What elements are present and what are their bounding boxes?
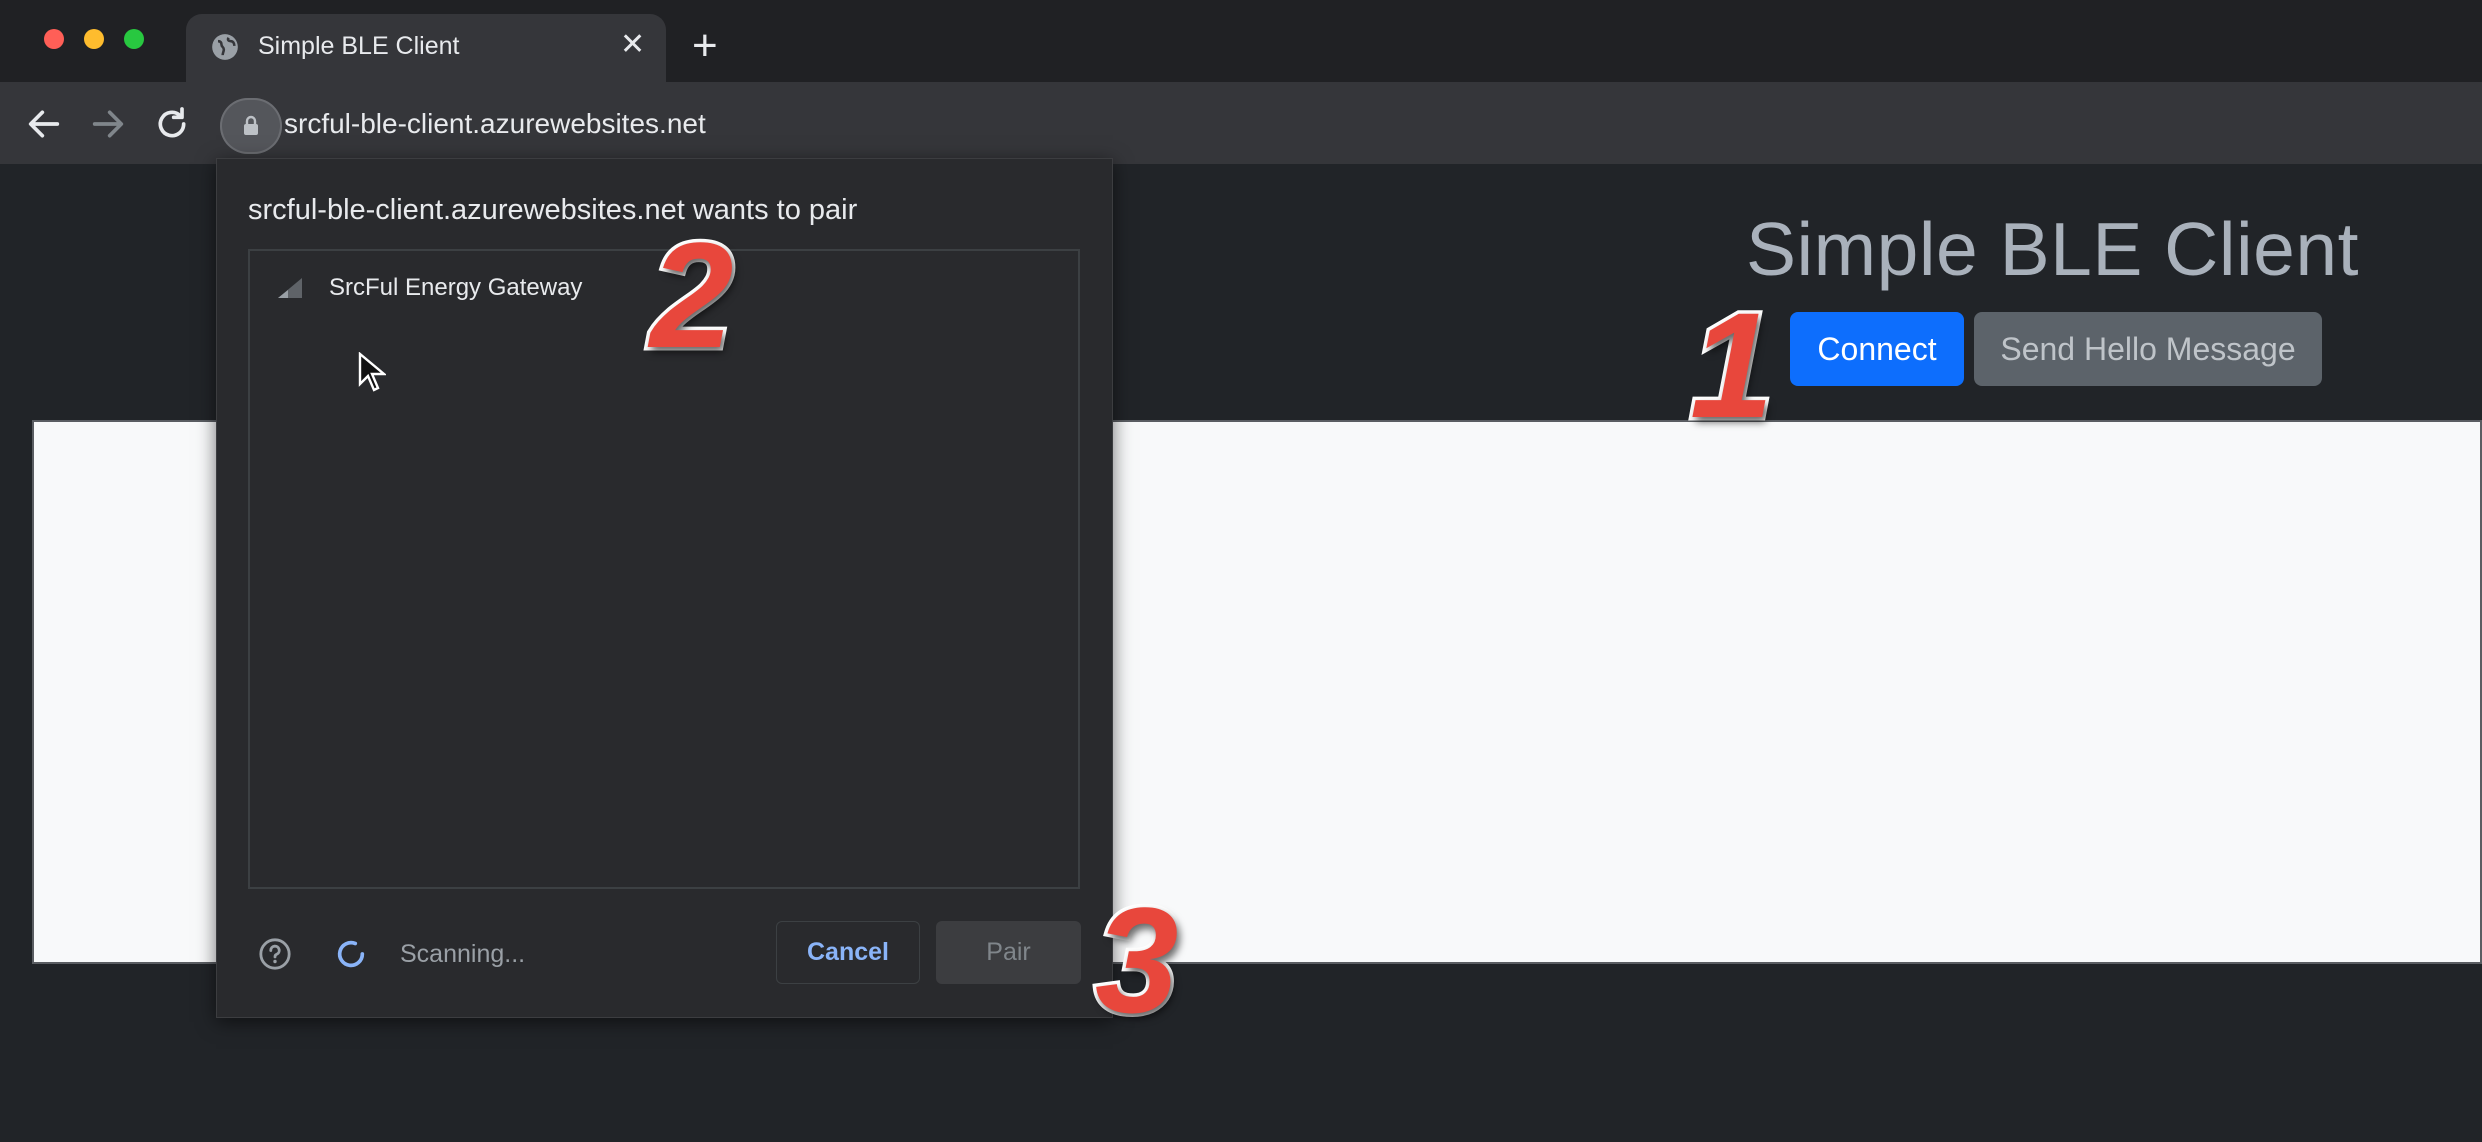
send-hello-button[interactable]: Send Hello Message [1974, 312, 2322, 386]
arrow-left-icon[interactable] [24, 104, 64, 144]
mouse-cursor-icon [358, 352, 386, 392]
reload-icon[interactable] [152, 104, 192, 144]
connect-button[interactable]: Connect [1790, 312, 1964, 386]
window-close-button[interactable] [44, 29, 64, 49]
globe-icon [212, 34, 238, 60]
window-minimize-button[interactable] [84, 29, 104, 49]
pair-button[interactable]: Pair [936, 921, 1081, 984]
lock-icon [244, 115, 258, 135]
page-title: Simple BLE Client [1746, 207, 2359, 291]
scanning-status: Scanning... [400, 940, 526, 968]
tab-title: Simple BLE Client [258, 32, 460, 60]
close-icon[interactable]: ✕ [620, 30, 645, 60]
help-icon[interactable] [258, 937, 292, 971]
spinner-icon [337, 940, 365, 968]
site-info-button[interactable] [220, 98, 282, 154]
window-maximize-button[interactable] [124, 29, 144, 49]
arrow-right-icon[interactable] [88, 104, 128, 144]
address-bar[interactable]: srcful-ble-client.azurewebsites.net [284, 108, 706, 140]
cancel-button[interactable]: Cancel [776, 921, 920, 984]
plus-icon[interactable]: + [692, 24, 718, 68]
signal-strength-icon [278, 278, 302, 298]
step-1-annotation: 1 [1686, 281, 1776, 449]
step-2-annotation: 2 [646, 211, 736, 379]
device-name[interactable]: SrcFul Energy Gateway [329, 274, 582, 302]
dialog-title: srcful-ble-client.azurewebsites.net want… [248, 194, 858, 226]
step-3-annotation: 3 [1091, 876, 1181, 1044]
